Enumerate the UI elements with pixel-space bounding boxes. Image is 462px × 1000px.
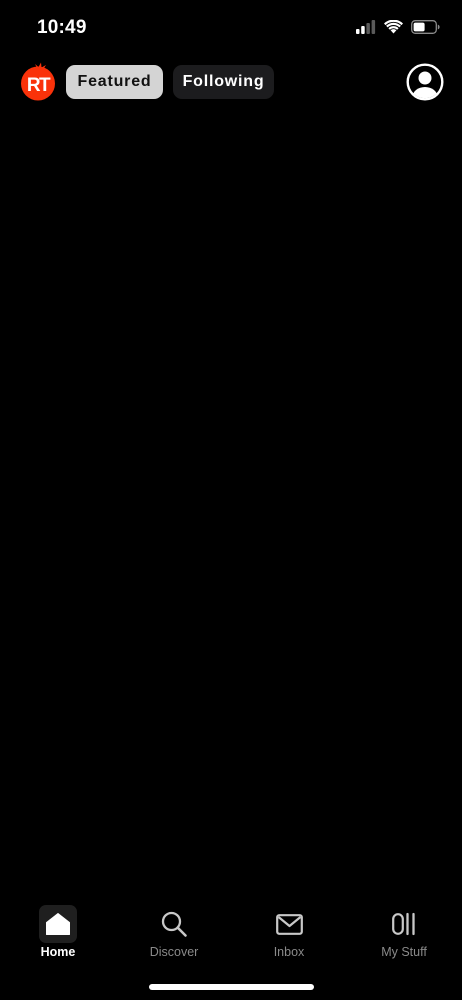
status-time: 10:49	[37, 17, 87, 38]
nav-label-home: Home	[40, 945, 76, 959]
library-icon-wrap	[385, 905, 423, 943]
status-bar: 10:49	[0, 0, 462, 58]
nav-item-inbox[interactable]: Inbox	[231, 900, 347, 970]
nav-label-my-stuff: My Stuff	[381, 945, 427, 959]
tab-following[interactable]: Following	[173, 65, 274, 99]
search-icon	[161, 911, 187, 937]
mail-icon	[275, 913, 303, 935]
cellular-signal-icon	[356, 20, 376, 34]
battery-icon	[411, 20, 440, 34]
rotten-tomatoes-logo[interactable]: RT	[18, 62, 58, 102]
nav-item-home[interactable]: Home	[0, 900, 116, 970]
mail-icon-wrap	[270, 905, 308, 943]
user-profile-icon[interactable]	[406, 63, 444, 101]
nav-label-discover: Discover	[149, 945, 199, 959]
top-header: RT Featured Following	[0, 62, 462, 102]
nav-item-discover[interactable]: Discover	[116, 900, 232, 970]
nav-label-inbox: Inbox	[273, 945, 305, 959]
nav-item-my-stuff[interactable]: My Stuff	[346, 900, 462, 970]
home-indicator	[149, 984, 314, 990]
svg-text:RT: RT	[27, 75, 51, 96]
tab-featured[interactable]: Featured	[66, 65, 163, 99]
status-icons	[356, 20, 440, 34]
library-icon	[392, 912, 415, 936]
wifi-icon	[384, 20, 403, 34]
bottom-navigation: Home Discover Inbox My Stuff	[0, 900, 462, 970]
home-icon	[46, 913, 70, 935]
home-icon-wrap	[39, 905, 77, 943]
search-icon-wrap	[155, 905, 193, 943]
